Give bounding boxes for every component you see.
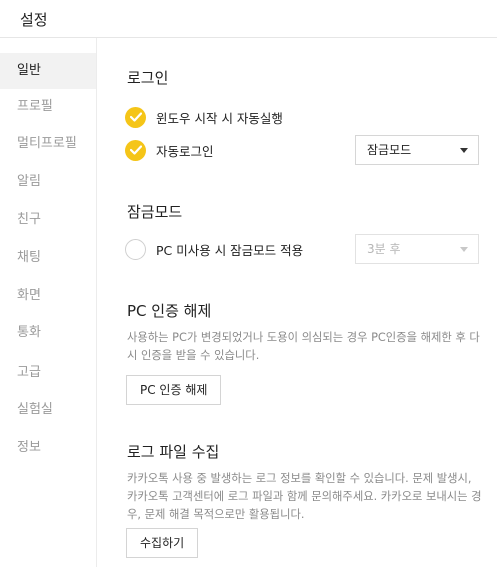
checkmark-icon bbox=[129, 112, 142, 122]
sidebar-item-calls[interactable]: 통화 bbox=[0, 315, 96, 351]
idle-time-value: 3분 후 bbox=[367, 242, 401, 256]
sidebar-item-chats[interactable]: 채팅 bbox=[0, 240, 96, 276]
sidebar-item-labs[interactable]: 실험실 bbox=[0, 392, 96, 428]
pc-auth-release-button[interactable]: PC 인증 해제 bbox=[126, 375, 222, 405]
autologin-checkbox[interactable] bbox=[125, 139, 146, 161]
autologin-mode-select[interactable]: 잠금모드 bbox=[355, 135, 479, 165]
pc-auth-section-title: PC 인증 해제 bbox=[127, 302, 212, 320]
chevron-down-icon bbox=[460, 247, 468, 252]
settings-panel: 로그인 윈도우 시작 시 자동실행 자동로그인 잠금모드 잠금모드 PC 미사용… bbox=[98, 38, 497, 567]
idle-time-select: 3분 후 bbox=[355, 234, 479, 264]
pc-auth-description: 사용하는 PC가 변경되었거나 도용이 의심되는 경우 PC인증을 해제한 후 … bbox=[127, 331, 480, 362]
lockmode-section-title: 잠금모드 bbox=[127, 203, 183, 221]
title-bar: 설정 bbox=[0, 0, 497, 38]
autostart-label: 윈도우 시작 시 자동실행 bbox=[156, 110, 283, 126]
autostart-option[interactable]: 윈도우 시작 시 자동실행 bbox=[125, 106, 283, 128]
sidebar-item-info[interactable]: 정보 bbox=[0, 430, 96, 466]
log-description: 카카오톡 사용 중 발생하는 로그 정보를 확인할 수 있습니다. 문제 발생시… bbox=[127, 472, 482, 521]
window-title: 설정 bbox=[20, 11, 48, 29]
autologin-label: 자동로그인 bbox=[156, 143, 214, 159]
sidebar: 일반 프로필 멀티프로필 알림 친구 채팅 화면 통화 고급 실험실 정보 bbox=[0, 38, 97, 567]
autologin-option[interactable]: 자동로그인 bbox=[125, 139, 214, 161]
checkmark-icon bbox=[129, 145, 142, 155]
idle-lock-label: PC 미사용 시 잠금모드 적용 bbox=[156, 242, 304, 258]
log-section-title: 로그 파일 수집 bbox=[127, 443, 220, 461]
sidebar-item-display[interactable]: 화면 bbox=[0, 278, 96, 314]
sidebar-item-notifications[interactable]: 알림 bbox=[0, 164, 96, 200]
autologin-mode-value: 잠금모드 bbox=[367, 143, 412, 157]
chevron-down-icon bbox=[460, 148, 468, 153]
idle-lock-option[interactable]: PC 미사용 시 잠금모드 적용 bbox=[125, 238, 303, 260]
sidebar-item-friends[interactable]: 친구 bbox=[0, 202, 96, 238]
sidebar-item-multiprofile[interactable]: 멀티프로필 bbox=[0, 126, 96, 162]
sidebar-item-advanced[interactable]: 고급 bbox=[0, 355, 96, 391]
idle-lock-checkbox[interactable] bbox=[125, 238, 146, 260]
sidebar-item-general[interactable]: 일반 bbox=[0, 53, 96, 89]
sidebar-item-profile[interactable]: 프로필 bbox=[0, 89, 96, 125]
collect-logs-button[interactable]: 수집하기 bbox=[126, 528, 199, 558]
autostart-checkbox[interactable] bbox=[125, 106, 146, 128]
login-section-title: 로그인 bbox=[127, 69, 169, 87]
